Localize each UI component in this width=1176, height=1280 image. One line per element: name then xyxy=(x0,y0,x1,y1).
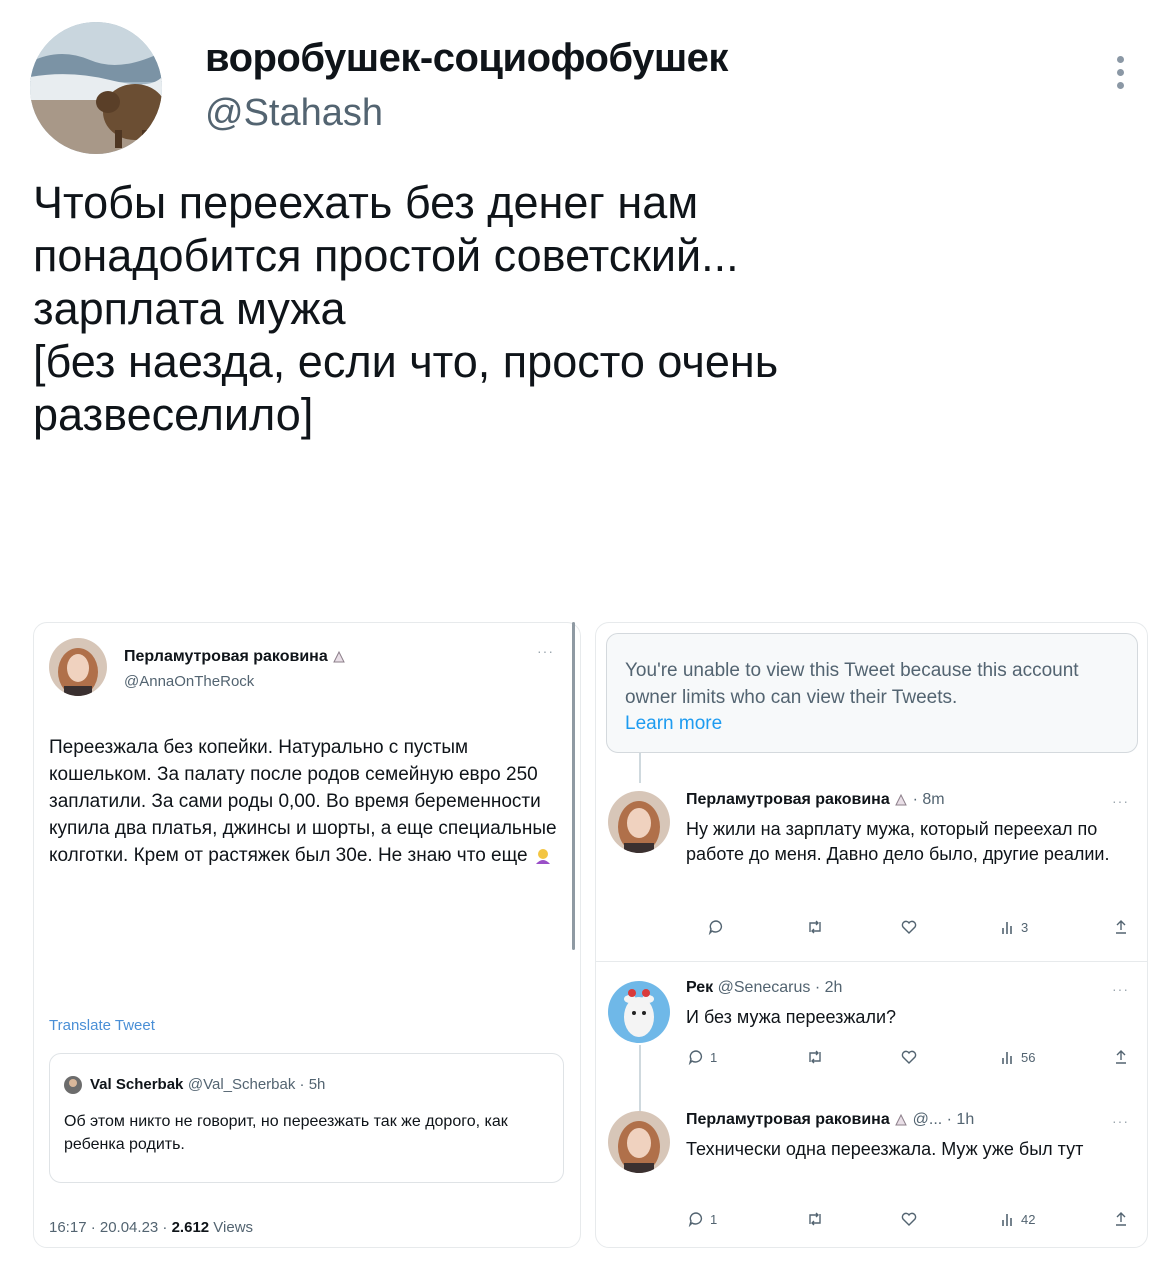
reply-text: Ну жили на зарплату мужа, который переех… xyxy=(686,819,1110,865)
like-icon[interactable] xyxy=(901,919,917,935)
author-display-name[interactable]: воробушек-социофобушек xyxy=(205,36,728,81)
shell-emoji-icon xyxy=(894,793,908,807)
reply-row[interactable]: Рек @Senecarus · 2h ··· И без мужа перее… xyxy=(596,971,1147,1116)
learn-more-link[interactable]: Learn more xyxy=(625,713,722,734)
left-author-handle: @AnnaOnTheRock xyxy=(124,673,255,690)
reply-text: Технически одна переезжала. Муж уже был … xyxy=(686,1139,1084,1159)
quote-author-meta: @Val_Scherbak · 5h xyxy=(187,1076,326,1093)
share-icon[interactable] xyxy=(1114,919,1128,935)
views-icon[interactable]: 56 xyxy=(1001,1049,1035,1065)
share-icon[interactable] xyxy=(1114,1211,1128,1227)
reply-meta: @... · 1h xyxy=(912,1111,975,1128)
reply-author-name: Перламутровая раковина xyxy=(686,791,890,808)
reply-meta: · 8m xyxy=(912,791,945,808)
scrollbar[interactable] xyxy=(572,622,575,950)
shell-emoji-icon xyxy=(332,650,346,664)
more-horizontal-icon[interactable]: ··· xyxy=(1112,981,1129,997)
views-icon[interactable]: 42 xyxy=(1001,1211,1035,1227)
reply-meta: @Senecarus · 2h xyxy=(717,979,843,996)
quote-author-name: Val Scherbak xyxy=(90,1076,184,1093)
retweet-icon[interactable] xyxy=(806,1211,824,1227)
more-vertical-icon[interactable] xyxy=(1108,50,1132,100)
reply-avatar xyxy=(608,1111,670,1173)
reply-avatar xyxy=(608,791,670,853)
reply-icon[interactable]: 1 xyxy=(688,1211,717,1227)
reply-avatar xyxy=(608,981,670,1043)
like-icon[interactable] xyxy=(901,1049,917,1065)
val-avatar xyxy=(64,1076,82,1094)
reply-row[interactable]: Перламутровая раковина @... · 1h ··· Тех… xyxy=(596,1103,1147,1243)
share-icon[interactable] xyxy=(1114,1049,1128,1065)
retweet-icon[interactable] xyxy=(806,919,824,935)
anna-avatar xyxy=(49,638,107,696)
views-icon[interactable]: 3 xyxy=(1001,919,1028,935)
more-horizontal-icon[interactable]: ··· xyxy=(1112,1113,1129,1129)
quote-text: Об этом никто не говорит, но переезжать … xyxy=(64,1113,508,1154)
reply-text: И без мужа переезжали? xyxy=(686,1007,897,1027)
retweet-icon[interactable] xyxy=(806,1049,824,1065)
left-tweet-text: Переезжала без копейки. Натурально с пус… xyxy=(49,737,557,866)
translate-tweet-link[interactable]: Translate Tweet xyxy=(49,1017,155,1034)
like-icon[interactable] xyxy=(901,1211,917,1227)
tweet-text: Чтобы переехать без денег нам понадобитс… xyxy=(33,177,779,441)
shell-emoji-icon xyxy=(894,1113,908,1127)
thread-line xyxy=(639,753,641,783)
notice-text: You're unable to view this Tweet because… xyxy=(625,660,1079,708)
reply-author-name: Перламутровая раковина xyxy=(686,1111,890,1128)
tweet-footer: 16:17 · 20.04.23 · 2.612 Views xyxy=(49,1219,254,1236)
divider xyxy=(596,961,1147,962)
embedded-tweet-screenshot-left: Перламутровая раковина @AnnaOnTheRock ··… xyxy=(33,622,581,1248)
author-handle[interactable]: @Stahash xyxy=(205,92,383,135)
left-author-name: Перламутровая раковина xyxy=(124,648,346,666)
more-horizontal-icon[interactable]: ··· xyxy=(537,643,554,659)
shrug-emoji-icon xyxy=(533,846,553,866)
quoted-tweet[interactable]: Val Scherbak @Val_Scherbak · 5h Об этом … xyxy=(49,1053,564,1183)
reply-icon[interactable] xyxy=(708,919,730,935)
reply-row[interactable]: Перламутровая раковина · 8m ··· Ну жили … xyxy=(596,781,1147,961)
embedded-thread-screenshot-right: You're unable to view this Tweet because… xyxy=(595,622,1148,1248)
author-avatar[interactable] xyxy=(30,22,162,154)
restricted-tweet-notice: You're unable to view this Tweet because… xyxy=(606,633,1138,753)
reply-icon[interactable]: 1 xyxy=(688,1049,717,1065)
reply-author-name: Рек xyxy=(686,979,714,996)
more-horizontal-icon[interactable]: ··· xyxy=(1112,793,1129,809)
